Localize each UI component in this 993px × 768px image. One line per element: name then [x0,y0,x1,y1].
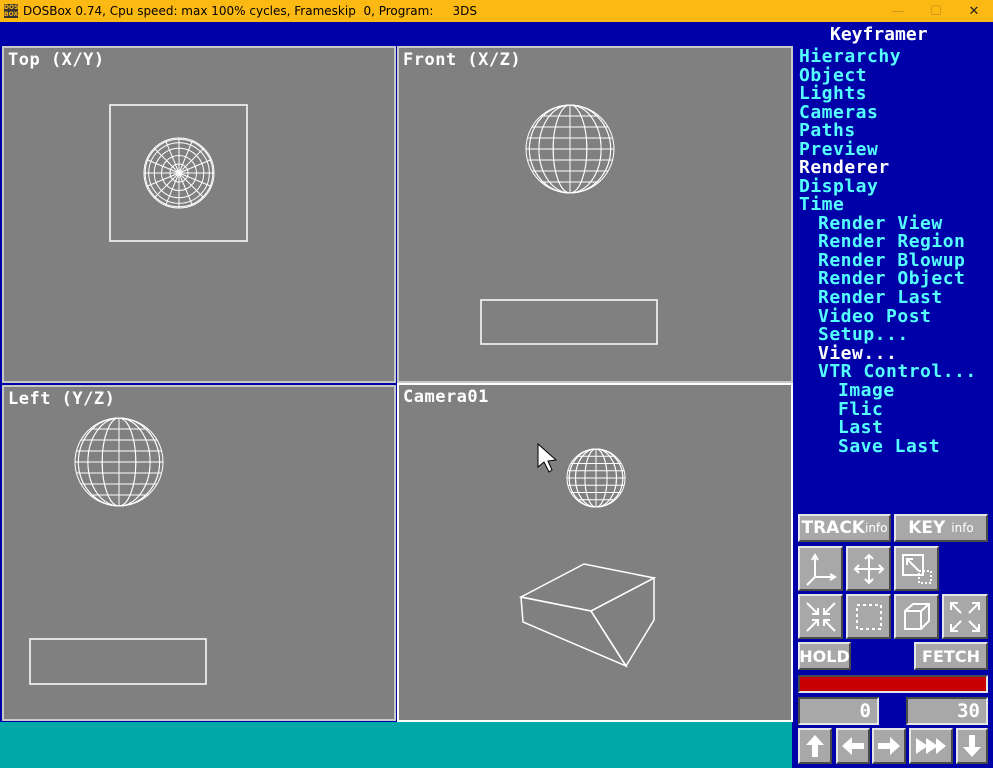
sphere-wireframe [566,448,626,508]
menu-item-hierarchy[interactable]: Hierarchy [799,46,901,67]
left-view-geometry [29,417,207,685]
menu-item-setup[interactable]: Setup... [818,324,909,345]
track-info-label: info [864,521,888,535]
close-button[interactable]: ✕ [955,0,993,22]
zoom-in-icon[interactable] [798,594,843,639]
menu-item-render-last[interactable]: Render Last [818,287,943,308]
menu-item-lights[interactable]: Lights [799,83,867,104]
front-view-geometry [480,104,658,345]
menu-item-last[interactable]: Last [838,417,883,438]
viewport-label-front: Front (X/Z) [403,50,522,70]
key-info-label: info [951,521,974,535]
mouse-cursor-icon [537,442,558,473]
right-arrow-glyph [878,737,900,755]
right-arrow-icon[interactable] [872,728,906,764]
minimize-button[interactable]: — [879,0,917,22]
box-outline [480,299,658,345]
fetch-button[interactable]: FETCH [914,642,988,670]
progress-bar [798,675,988,693]
down-arrow-glyph [963,735,981,757]
box-perspective [518,563,657,668]
region-zoom-icon-glyph [901,553,932,584]
viewport-label-top: Top (X/Y) [8,50,105,70]
dosbox-icon: DOS BOX [4,4,19,18]
viewport-camera[interactable]: Camera01 [397,383,793,722]
box-select-icon-glyph [855,603,882,630]
menu-item-render-region[interactable]: Render Region [818,231,965,252]
fast-forward-icon[interactable] [909,728,953,764]
top-view-geometry [109,104,248,242]
up-arrow-glyph [806,735,824,757]
status-bar [0,722,792,768]
maximize-button[interactable]: ☐ [917,0,955,22]
axis-icon-glyph [805,552,837,586]
axis-icon[interactable] [798,546,843,591]
sphere-wireframe [525,104,615,194]
cube-view-icon[interactable] [894,594,939,639]
viewport-label-left: Left (Y/Z) [8,389,116,409]
move-icon[interactable] [846,546,891,591]
menu-header: Keyframer [830,24,928,45]
track-label: TRACK [801,518,865,538]
zoom-in-icon-glyph [805,601,836,632]
box-select-icon[interactable] [846,594,891,639]
box-outline [29,638,207,685]
window-title: DOSBox 0.74, Cpu speed: max 100% cycles,… [23,4,477,18]
menu-item-image[interactable]: Image [838,380,895,401]
zoom-extents-icon-glyph [950,601,980,632]
menu-item-save-last[interactable]: Save Last [838,436,940,457]
up-arrow-icon[interactable] [798,728,832,764]
window-title-bar: DOS BOX DOSBox 0.74, Cpu speed: max 100%… [0,0,993,22]
menu-item-paths[interactable]: Paths [799,120,856,141]
app-canvas: Top (X/Y) Front (X/Z) Left (Y/Z) Camera0… [0,22,993,768]
hold-button[interactable]: HOLD [798,642,851,670]
down-arrow-icon[interactable] [956,728,988,764]
track-info-button[interactable]: TRACK info [798,514,891,542]
cube-view-icon-glyph [903,602,930,630]
fast-forward-glyph [916,738,946,754]
viewport-label-camera: Camera01 [403,387,489,407]
total-frames-field[interactable]: 30 [906,697,988,725]
left-arrow-glyph [842,737,864,755]
menu-item-vtr-control[interactable]: VTR Control... [818,361,977,382]
menu-item-renderer[interactable]: Renderer [799,157,890,178]
key-label: KEY [908,518,946,538]
region-zoom-icon[interactable] [894,546,939,591]
menu-item-render-object[interactable]: Render Object [818,268,965,289]
menu-item-time[interactable]: Time [799,194,844,215]
keyframer-menu: Keyframer Hierarchy Object Lights Camera… [796,22,993,522]
move-icon-glyph [853,553,884,584]
left-arrow-icon[interactable] [836,728,870,764]
viewport-front[interactable]: Front (X/Z) [397,46,793,383]
zoom-extents-icon[interactable] [942,594,988,639]
current-frame-field[interactable]: 0 [798,697,879,725]
viewport-left[interactable]: Left (Y/Z) [2,385,396,721]
key-info-button[interactable]: KEY info [894,514,988,542]
sphere-wireframe [143,137,215,209]
sphere-wireframe [74,417,164,507]
viewport-top[interactable]: Top (X/Y) [2,46,396,383]
camera-view-geometry [518,442,657,668]
